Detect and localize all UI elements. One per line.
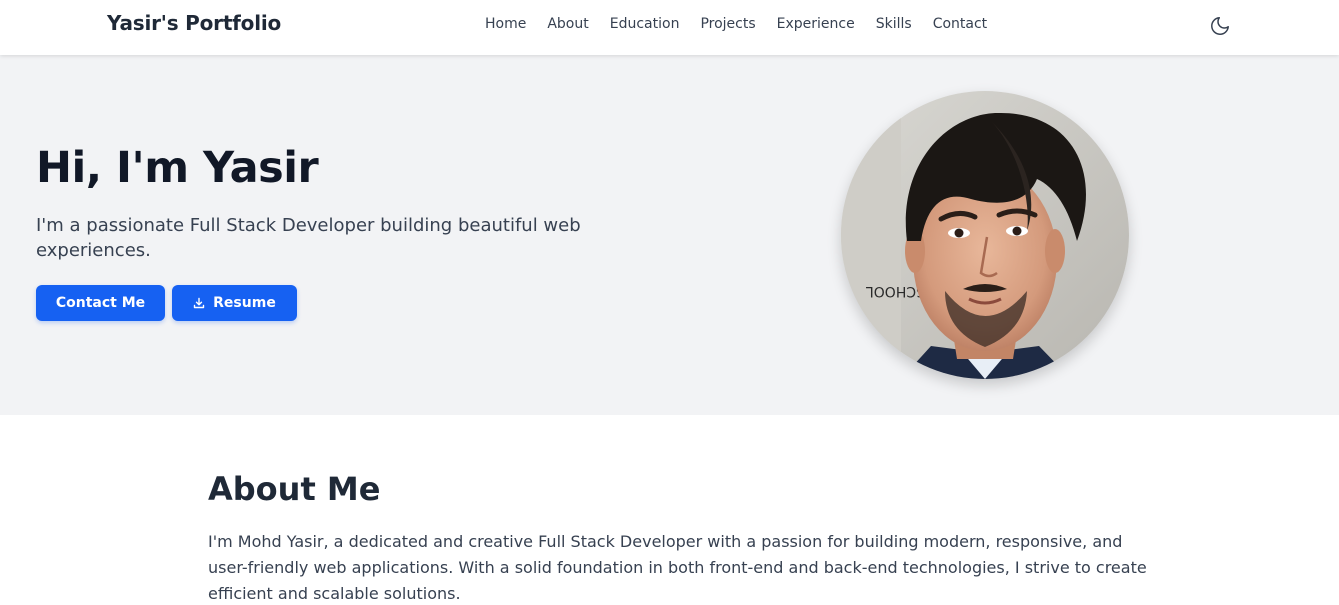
about-title: About Me: [208, 470, 381, 508]
moon-icon[interactable]: [1209, 15, 1231, 37]
brand-logo-text[interactable]: Yasir's Portfolio: [107, 11, 281, 35]
download-icon: [193, 297, 205, 309]
resume-button[interactable]: Resume: [172, 285, 297, 321]
nav-link-projects[interactable]: Projects: [700, 16, 755, 32]
profile-photo: SCHOOL: [841, 91, 1129, 379]
hero-title: Hi, I'm Yasir: [36, 143, 319, 193]
resume-button-label: Resume: [213, 295, 276, 311]
nav-link-about[interactable]: About: [547, 16, 588, 32]
profile-photo-illustration: SCHOOL: [841, 91, 1129, 379]
nav-links: Home About Education Projects Experience…: [485, 16, 1008, 32]
hero-section: Hi, I'm Yasir I'm a passionate Full Stac…: [0, 55, 1339, 415]
nav-link-education[interactable]: Education: [610, 16, 680, 32]
nav-link-skills[interactable]: Skills: [876, 16, 912, 32]
navbar: Yasir's Portfolio Home About Education P…: [0, 0, 1339, 55]
contact-me-button[interactable]: Contact Me: [36, 285, 165, 321]
hero-subtitle: I'm a passionate Full Stack Developer bu…: [36, 215, 581, 261]
contact-me-button-label: Contact Me: [55, 295, 146, 311]
nav-link-contact[interactable]: Contact: [933, 16, 987, 32]
about-text: I'm Mohd Yasir, a dedicated and creative…: [208, 532, 1147, 603]
nav-link-home[interactable]: Home: [485, 16, 526, 32]
nav-link-experience[interactable]: Experience: [777, 16, 855, 32]
